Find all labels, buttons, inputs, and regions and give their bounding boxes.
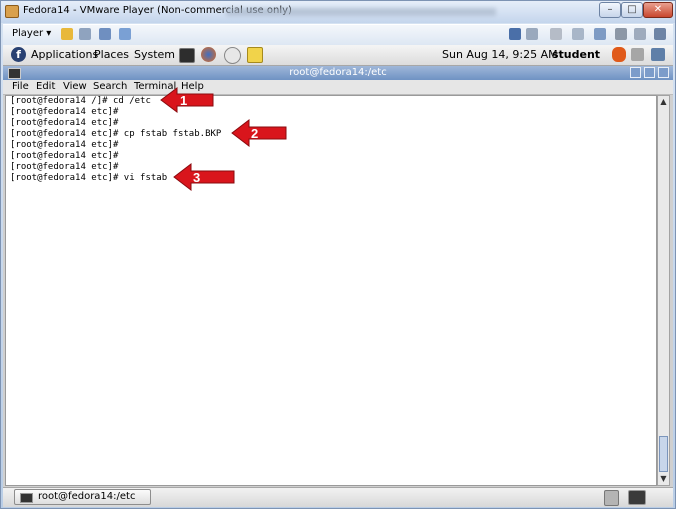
hard-disk-icon[interactable] [526,28,538,40]
email-client-icon[interactable] [224,47,241,64]
menu-view[interactable]: View [63,81,87,92]
terminal-scrollbar[interactable]: ▲ ▼ [657,95,670,486]
terminal-line: [root@fedora14 etc]# vi fstab [10,173,168,183]
vmware-logo-icon [5,5,19,18]
annotation-number-1: 1 [180,93,187,108]
annotation-arrow-2: 2 [231,119,287,147]
scrollbar-thumb[interactable] [659,436,668,472]
terminal-title: root@fedora14:/etc [289,67,387,78]
terminal-output[interactable]: [root@fedora14 /]# cd /etc [root@fedora1… [5,95,657,486]
message-icon[interactable] [654,28,666,40]
scroll-up-icon[interactable]: ▲ [658,96,669,108]
unity-icon[interactable] [119,28,131,40]
terminal-line: [root@fedora14 etc]# [10,151,119,161]
vmware-title-bar: Fedora14 - VMware Player (Non-commercial… [1,1,675,23]
system-menu[interactable]: System [134,48,175,61]
scroll-down-icon[interactable]: ▼ [658,473,669,485]
text-editor-icon[interactable] [247,47,263,63]
workspace-switcher-icon[interactable] [628,490,646,505]
terminal-line: [root@fedora14 etc]# cp fstab fstab.BKP [10,129,222,139]
network-adapter-icon[interactable] [594,28,606,40]
user-menu[interactable]: student [552,48,600,61]
gnome-bottom-panel: root@fedora14:/etc [3,487,673,507]
terminal-launcher-icon[interactable] [179,48,195,63]
terminal-line: [root@fedora14 etc]# [10,162,119,172]
minimize-button[interactable]: – [599,2,621,18]
chevron-right-icon[interactable] [509,28,521,40]
terminal-maximize-button[interactable] [644,67,655,78]
printer-icon[interactable] [615,28,627,40]
update-alert-icon[interactable] [612,47,626,62]
floppy-icon[interactable] [572,28,584,40]
annotation-arrow-3-shape [173,163,235,191]
vmware-toolbar: Player ▾ [3,24,673,46]
volume-icon[interactable] [631,48,644,61]
applications-menu[interactable]: Applications [31,48,98,61]
guest-screen: f Applications Places System Sun Aug 14,… [3,45,673,507]
trash-icon[interactable] [604,490,619,506]
annotation-number-2: 2 [251,126,258,141]
clock[interactable]: Sun Aug 14, 9:25 AM [442,48,558,61]
pause-icon[interactable] [61,28,73,40]
terminal-menubar: File Edit View Search Terminal Help [3,80,673,95]
annotation-number-3: 3 [193,170,200,185]
taskbar-window-label: root@fedora14:/etc [38,491,136,502]
places-menu[interactable]: Places [94,48,129,61]
fullscreen-icon[interactable] [99,28,111,40]
fedora-logo-icon: f [11,47,26,62]
terminal-close-button[interactable] [658,67,669,78]
terminal-minimize-button[interactable] [630,67,641,78]
network-status-icon[interactable] [651,48,665,61]
maximize-button[interactable]: □ [621,2,643,18]
terminal-line: [root@fedora14 etc]# [10,118,119,128]
firefox-icon[interactable] [201,47,216,62]
blurred-path-text [226,8,496,16]
menu-search[interactable]: Search [93,81,127,92]
annotation-arrow-1: 1 [160,87,214,113]
cdrom-icon[interactable] [550,28,562,40]
player-menu[interactable]: Player ▾ [12,28,51,39]
terminal-task-icon [20,493,33,503]
taskbar-window-button[interactable]: root@fedora14:/etc [14,489,151,505]
terminal-line: [root@fedora14 /]# cd /etc [10,96,151,106]
sound-icon[interactable] [634,28,646,40]
terminal-title-bar: root@fedora14:/etc [3,66,673,80]
close-button[interactable]: ✕ [643,2,673,18]
gnome-top-panel: f Applications Places System Sun Aug 14,… [3,45,673,66]
terminal-line: [root@fedora14 etc]# [10,140,119,150]
vmware-window: Fedora14 - VMware Player (Non-commercial… [0,0,676,509]
menu-file[interactable]: File [12,81,29,92]
network-icon[interactable] [79,28,91,40]
menu-edit[interactable]: Edit [36,81,55,92]
annotation-arrow-3: 3 [173,163,235,191]
annotation-arrow-2-shape [231,119,287,147]
terminal-line: [root@fedora14 etc]# [10,107,119,117]
